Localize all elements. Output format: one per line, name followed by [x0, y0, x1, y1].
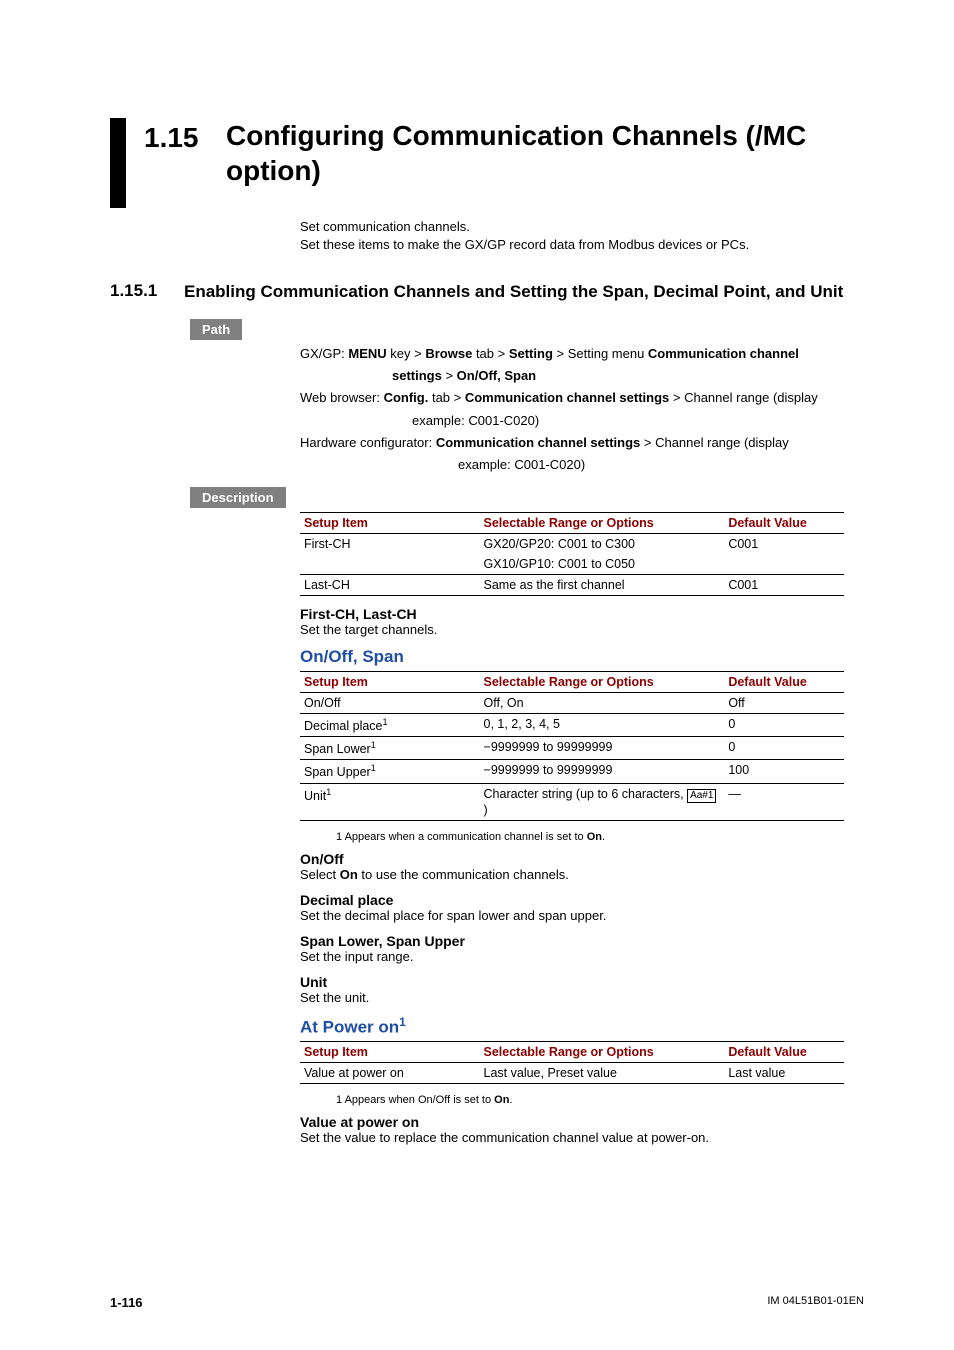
unit-text: Set the unit. — [300, 990, 844, 1005]
path-block: GX/GP: MENU key > Browse tab > Setting >… — [300, 344, 864, 475]
decimal-head: Decimal place — [300, 892, 844, 908]
doc-id: IM 04L51B01-01EN — [767, 1295, 864, 1310]
span-head: Span Lower, Span Upper — [300, 933, 844, 949]
th-item: Setup Item — [300, 672, 480, 693]
chapter-title: Configuring Communication Channels (/MC … — [226, 118, 864, 188]
path-gxgp: GX/GP: MENU key > Browse tab > Setting >… — [300, 344, 864, 364]
at-power-on-table: Setup Item Selectable Range or Options D… — [300, 1041, 844, 1084]
cell-range: Same as the first channel — [480, 575, 725, 596]
path-gxgp-cont: settings > On/Off, Span — [300, 366, 864, 386]
th-default: Default Value — [724, 1042, 844, 1063]
table-row: Decimal place1 0, 1, 2, 3, 4, 5 0 — [300, 714, 844, 737]
page-footer: 1-116 IM 04L51B01-01EN — [110, 1295, 864, 1310]
table-header-row: Setup Item Selectable Range or Options D… — [300, 1042, 844, 1063]
value-power-head: Value at power on — [300, 1114, 844, 1130]
onoff-span-table: Setup Item Selectable Range or Options D… — [300, 671, 844, 820]
table-row: GX10/GP10: C001 to C050 — [300, 554, 844, 575]
char-icon: Aa#1 — [687, 789, 716, 803]
page: 1.15 Configuring Communication Channels … — [0, 0, 954, 1350]
at-power-on-head: At Power on1 — [300, 1015, 844, 1038]
table-header-row: Setup Item Selectable Range or Options D… — [300, 672, 844, 693]
onoff-text: Select On to use the communication chann… — [300, 867, 844, 882]
intro-line-2: Set these items to make the GX/GP record… — [300, 236, 864, 254]
table-row: Last-CH Same as the first channel C001 — [300, 575, 844, 596]
cell-first-ch: First-CH — [300, 534, 480, 555]
section-heading-row: 1.15.1 Enabling Communication Channels a… — [110, 281, 864, 303]
table-header-row: Setup Item Selectable Range or Options D… — [300, 513, 844, 534]
channel-range-table: Setup Item Selectable Range or Options D… — [300, 512, 844, 596]
th-default: Default Value — [724, 672, 844, 693]
table-row: Span Lower1 −9999999 to 99999999 0 — [300, 737, 844, 760]
footnote-onoffspan: 1 Appears when a communication channel i… — [336, 831, 844, 843]
cell-last-ch: Last-CH — [300, 575, 480, 596]
table-row: On/Off Off, On Off — [300, 693, 844, 714]
description-label: Description — [190, 487, 286, 508]
th-range: Selectable Range or Options — [480, 1042, 725, 1063]
cell-default: C001 — [724, 534, 844, 555]
unit-head: Unit — [300, 974, 844, 990]
th-item: Setup Item — [300, 513, 480, 534]
title-black-bar — [110, 118, 126, 208]
path-web-cont: example: C001-C020) — [300, 411, 864, 431]
value-power-text: Set the value to replace the communicati… — [300, 1130, 844, 1145]
path-hw: Hardware configurator: Communication cha… — [300, 433, 864, 453]
intro-line-1: Set communication channels. — [300, 218, 864, 236]
cell-range-b: GX10/GP10: C001 to C050 — [480, 554, 725, 575]
chapter-number: 1.15 — [144, 118, 226, 154]
first-last-head: First-CH, Last-CH — [300, 606, 844, 622]
path-hw-cont: example: C001-C020) — [300, 455, 864, 475]
cell-range-a: GX20/GP20: C001 to C300 — [480, 534, 725, 555]
th-default: Default Value — [724, 513, 844, 534]
cell-default: C001 — [724, 575, 844, 596]
section-number: 1.15.1 — [110, 281, 184, 301]
table-row: Unit1 Character string (up to 6 characte… — [300, 783, 844, 820]
first-last-text: Set the target channels. — [300, 622, 844, 637]
path-web: Web browser: Config. tab > Communication… — [300, 388, 864, 408]
span-text: Set the input range. — [300, 949, 844, 964]
chapter-title-row: 1.15 Configuring Communication Channels … — [110, 118, 864, 208]
section-title: Enabling Communication Channels and Sett… — [184, 281, 864, 303]
table-row: First-CH GX20/GP20: C001 to C300 C001 — [300, 534, 844, 555]
table-row: Value at power on Last value, Preset val… — [300, 1063, 844, 1084]
page-number: 1-116 — [110, 1295, 143, 1310]
footnote-atpower: 1 Appears when On/Off is set to On. — [336, 1094, 844, 1106]
intro-paragraph: Set communication channels. Set these it… — [300, 218, 864, 253]
path-label: Path — [190, 319, 242, 340]
onoff-head: On/Off — [300, 851, 844, 867]
table-row: Span Upper1 −9999999 to 99999999 100 — [300, 760, 844, 783]
decimal-text: Set the decimal place for span lower and… — [300, 908, 844, 923]
description-content: Setup Item Selectable Range or Options D… — [300, 512, 844, 1145]
th-range: Selectable Range or Options — [480, 513, 725, 534]
onoff-span-head: On/Off, Span — [300, 647, 844, 667]
th-range: Selectable Range or Options — [480, 672, 725, 693]
th-item: Setup Item — [300, 1042, 480, 1063]
